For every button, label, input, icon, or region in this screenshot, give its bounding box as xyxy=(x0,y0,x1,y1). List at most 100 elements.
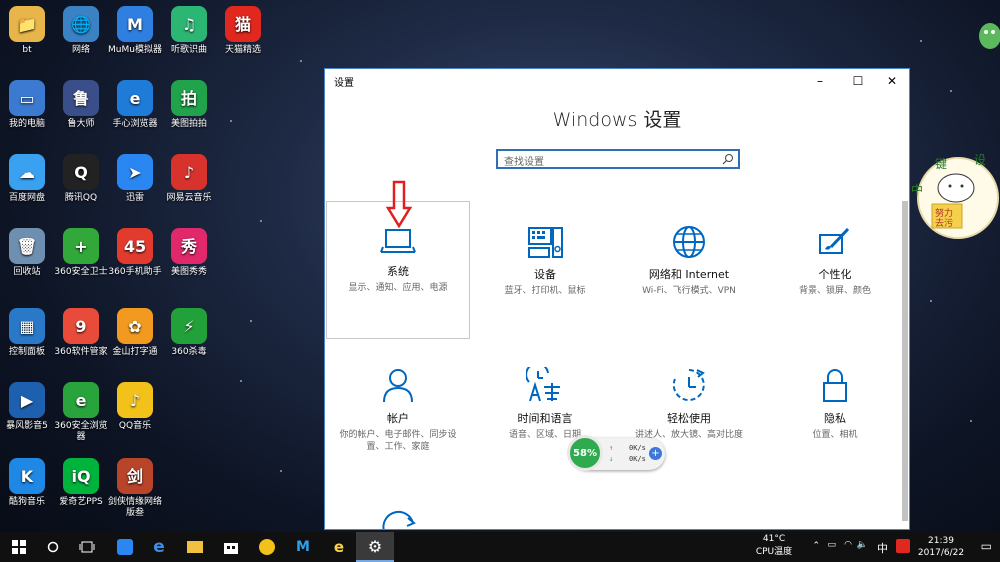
app-icon: 拍 xyxy=(171,80,207,116)
desktop-icon[interactable]: ✿ 金山打字通 xyxy=(108,308,162,358)
desktop-icon[interactable]: 45 360手机助手 xyxy=(108,228,162,278)
desktop-icon[interactable]: 🌐 网络 xyxy=(54,6,108,56)
taskbar-app-ie[interactable]: e xyxy=(320,532,358,562)
desktop-icon[interactable]: 9 360软件管家 xyxy=(54,308,108,358)
tile-accounts[interactable]: 帐户 你的帐户、电子邮件、同步设置、工作、家庭 xyxy=(326,343,470,481)
app-icon: 45 xyxy=(117,228,153,264)
cortana-icon xyxy=(47,541,59,553)
desktop-icon-label: 腾讯QQ xyxy=(64,193,98,203)
desktop-icon-label: 天猫精选 xyxy=(224,45,261,55)
taskbar-app-edge[interactable]: e xyxy=(140,532,178,562)
desktop-icon-label: 迅雷 xyxy=(125,193,144,203)
language-icon xyxy=(526,367,560,402)
desktop-icon[interactable]: 拍美图拍拍 xyxy=(162,80,216,130)
desktop-icon[interactable]: ⚡ 360杀毒 xyxy=(162,308,216,358)
tile-description: 位置、相机 xyxy=(812,430,858,440)
minimize-button[interactable]: – xyxy=(801,69,839,93)
desktop-icon[interactable]: e 360安全浏览器 xyxy=(54,382,108,443)
update-icon[interactable] xyxy=(381,509,417,530)
sticker-char-4: 努力 xyxy=(935,207,953,219)
maximize-button[interactable]: ☐ xyxy=(839,69,877,93)
wifi-icon[interactable]: ◠ xyxy=(844,540,852,550)
desktop-icon[interactable]: ☁ 百度网盘 xyxy=(0,154,54,204)
ease-access-icon xyxy=(672,369,705,401)
taskbar-app-settings[interactable]: ⚙ xyxy=(356,532,394,562)
taskbar-app-xunlei[interactable] xyxy=(106,532,144,562)
tile-privacy[interactable]: 隐私 位置、相机 xyxy=(763,343,907,481)
desktop-icon[interactable]: M MuMu模拟器 xyxy=(108,6,162,56)
desktop-icon-label: 剑侠情缘网络版叁 xyxy=(108,497,163,518)
ime-indicator[interactable]: 中 xyxy=(877,540,888,556)
volume-icon[interactable]: 🔈 xyxy=(857,540,868,550)
laptop-icon xyxy=(380,229,416,253)
action-center-icon[interactable]: ▭ xyxy=(981,539,992,553)
desktop-icon[interactable]: ➤ 迅雷 xyxy=(108,154,162,204)
tile-title: 网络和 Internet xyxy=(648,268,730,281)
desktop-icon[interactable]: ♪ 网易云音乐 xyxy=(162,154,216,204)
task-view-icon xyxy=(79,541,95,553)
close-button[interactable]: ✕ xyxy=(873,69,909,93)
desktop-icon[interactable]: ▭ 我的电脑 xyxy=(0,80,54,130)
app-icon: ♪ xyxy=(171,154,207,190)
start-button[interactable] xyxy=(0,532,38,562)
edge-icon: e xyxy=(153,537,165,557)
cortana-button[interactable] xyxy=(34,532,72,562)
tile-title: 设备 xyxy=(534,268,556,281)
desktop-icon[interactable]: 📁 bt xyxy=(0,6,54,56)
scrollbar[interactable] xyxy=(902,201,908,521)
clock[interactable]: 21:39 2017/6/22 xyxy=(912,535,970,559)
tile-description: 显示、通知、应用、电源 xyxy=(348,283,448,293)
app-icon: ⚡ xyxy=(171,308,207,344)
tile-title: 系统 xyxy=(387,265,409,278)
taskbar-app-360browser[interactable] xyxy=(248,532,286,562)
desktop-icon[interactable]: 鲁鲁大师 xyxy=(54,80,108,130)
desktop-icon[interactable]: K 酷狗音乐 xyxy=(0,458,54,508)
tile-personalization[interactable]: 个性化 背景、锁屏、颜色 xyxy=(763,201,907,339)
cpu-temp-widget[interactable]: 41°C CPU温度 xyxy=(754,534,794,557)
desktop-icon-label: 网易云音乐 xyxy=(166,193,212,203)
desktop-icon[interactable]: Q 腾讯QQ xyxy=(54,154,108,204)
cpu-temp-label: CPU温度 xyxy=(755,547,793,557)
desktop-icon[interactable]: 🗑 回收站 xyxy=(0,228,54,278)
sogou-ime-icon[interactable] xyxy=(896,539,910,553)
desktop-icon-label: 360手机助手 xyxy=(108,267,162,277)
desktop-icon[interactable]: 猫天猫精选 xyxy=(216,6,270,56)
app-icon: ✿ xyxy=(117,308,153,344)
tile-title: 时间和语言 xyxy=(517,412,573,425)
taskbar-app-mumu[interactable]: M xyxy=(284,532,322,562)
tile-title: 轻松使用 xyxy=(667,412,711,425)
desktop-icon[interactable]: ▶ 暴风影音5 xyxy=(0,382,54,432)
desktop-icon[interactable]: ▦ 控制面板 xyxy=(0,308,54,358)
desktop-icon[interactable]: ♫ 听歌识曲 xyxy=(162,6,216,56)
desktop-icon-label: 我的电脑 xyxy=(8,119,45,129)
app-icon: iQ xyxy=(63,458,99,494)
task-view-button[interactable] xyxy=(68,532,106,562)
download-rate: 0K/s xyxy=(629,455,646,463)
tray-expand-icon[interactable]: ⌃ xyxy=(812,541,820,551)
desktop-icon-label: 酷狗音乐 xyxy=(8,497,45,507)
title-bar[interactable]: 设置 – ☐ ✕ xyxy=(325,69,909,93)
desktop-icon[interactable]: e 手心浏览器 xyxy=(108,80,162,130)
plus-icon[interactable]: + xyxy=(649,447,662,460)
desktop-icon[interactable]: 秀美图秀秀 xyxy=(162,228,216,278)
clock-time: 21:39 xyxy=(928,536,954,546)
desktop-icon[interactable]: ♪ QQ音乐 xyxy=(108,382,162,432)
desktop-icon-label: 听歌识曲 xyxy=(170,45,207,55)
taskbar-app-explorer[interactable] xyxy=(176,532,214,562)
app-icon: ▶ xyxy=(9,382,45,418)
tile-devices[interactable]: 设备 蓝牙、打印机、鼠标 xyxy=(473,201,617,339)
desktop-icon[interactable]: iQ 爱奇艺PPS xyxy=(54,458,108,508)
desktop-icon[interactable]: 剑剑侠情缘网络版叁 xyxy=(108,458,162,519)
net-monitor-widget[interactable]: 58% ↑ 0K/s ↓ 0K/s + xyxy=(567,435,665,471)
app-icon: 鲁 xyxy=(63,80,99,116)
network-tray-icon[interactable]: ▭ xyxy=(827,540,836,550)
desktop-icon[interactable]: +360安全卫士 xyxy=(54,228,108,278)
app-icon: ☁ xyxy=(9,154,45,190)
search-input[interactable]: 查找设置 xyxy=(496,149,740,169)
tile-network[interactable]: 网络和 Internet Wi-Fi、飞行模式、VPN xyxy=(617,201,761,339)
desktop-icon-label: 360安全卫士 xyxy=(54,267,108,277)
ie-icon: e xyxy=(333,538,345,556)
taskbar-app-store[interactable] xyxy=(212,532,250,562)
watermark-brand: Bai 经验 xyxy=(768,479,890,512)
search-icon[interactable] xyxy=(722,153,734,165)
